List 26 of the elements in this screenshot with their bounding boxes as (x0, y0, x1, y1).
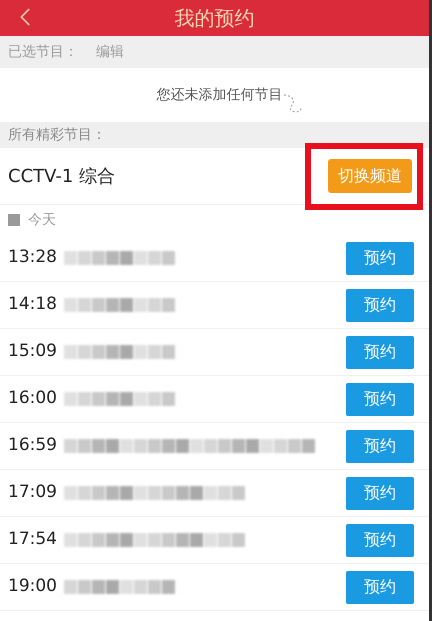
edit-link[interactable]: 编辑 (96, 42, 124, 62)
channel-name: CCTV-1 综合 (8, 164, 116, 188)
dashed-curl-icon (282, 92, 302, 114)
program-time: 16:59 (8, 434, 56, 458)
section-label: 所有精彩节目： (8, 126, 106, 144)
reserve-button[interactable]: 预约 (346, 288, 414, 322)
reserve-button[interactable]: 预约 (346, 524, 414, 556)
reserve-button[interactable]: 预约 (346, 476, 414, 510)
square-icon (8, 214, 20, 226)
page-title: 我的预约 (174, 5, 254, 32)
switch-channel-button[interactable]: 切换频道 (328, 159, 412, 193)
empty-message: 您还未添加任何节目 (156, 86, 282, 104)
program-time: 16:00 (8, 387, 56, 410)
reserve-button[interactable]: 预约 (346, 242, 414, 274)
day-label: 今天 (28, 210, 56, 230)
program-time: 13:28 (8, 246, 56, 270)
reserve-button[interactable]: 预约 (346, 430, 414, 462)
reserve-button[interactable]: 预约 (346, 570, 414, 604)
program-time: 17:54 (8, 528, 56, 552)
section-label: 已选节目： (8, 42, 78, 62)
program-time: 14:18 (8, 293, 56, 316)
program-time: 15:09 (8, 340, 56, 364)
reserve-button[interactable]: 预约 (346, 336, 414, 368)
program-time: 17:09 (8, 481, 56, 504)
program-time: 19:00 (8, 575, 56, 598)
reserve-button[interactable]: 预约 (346, 382, 414, 416)
